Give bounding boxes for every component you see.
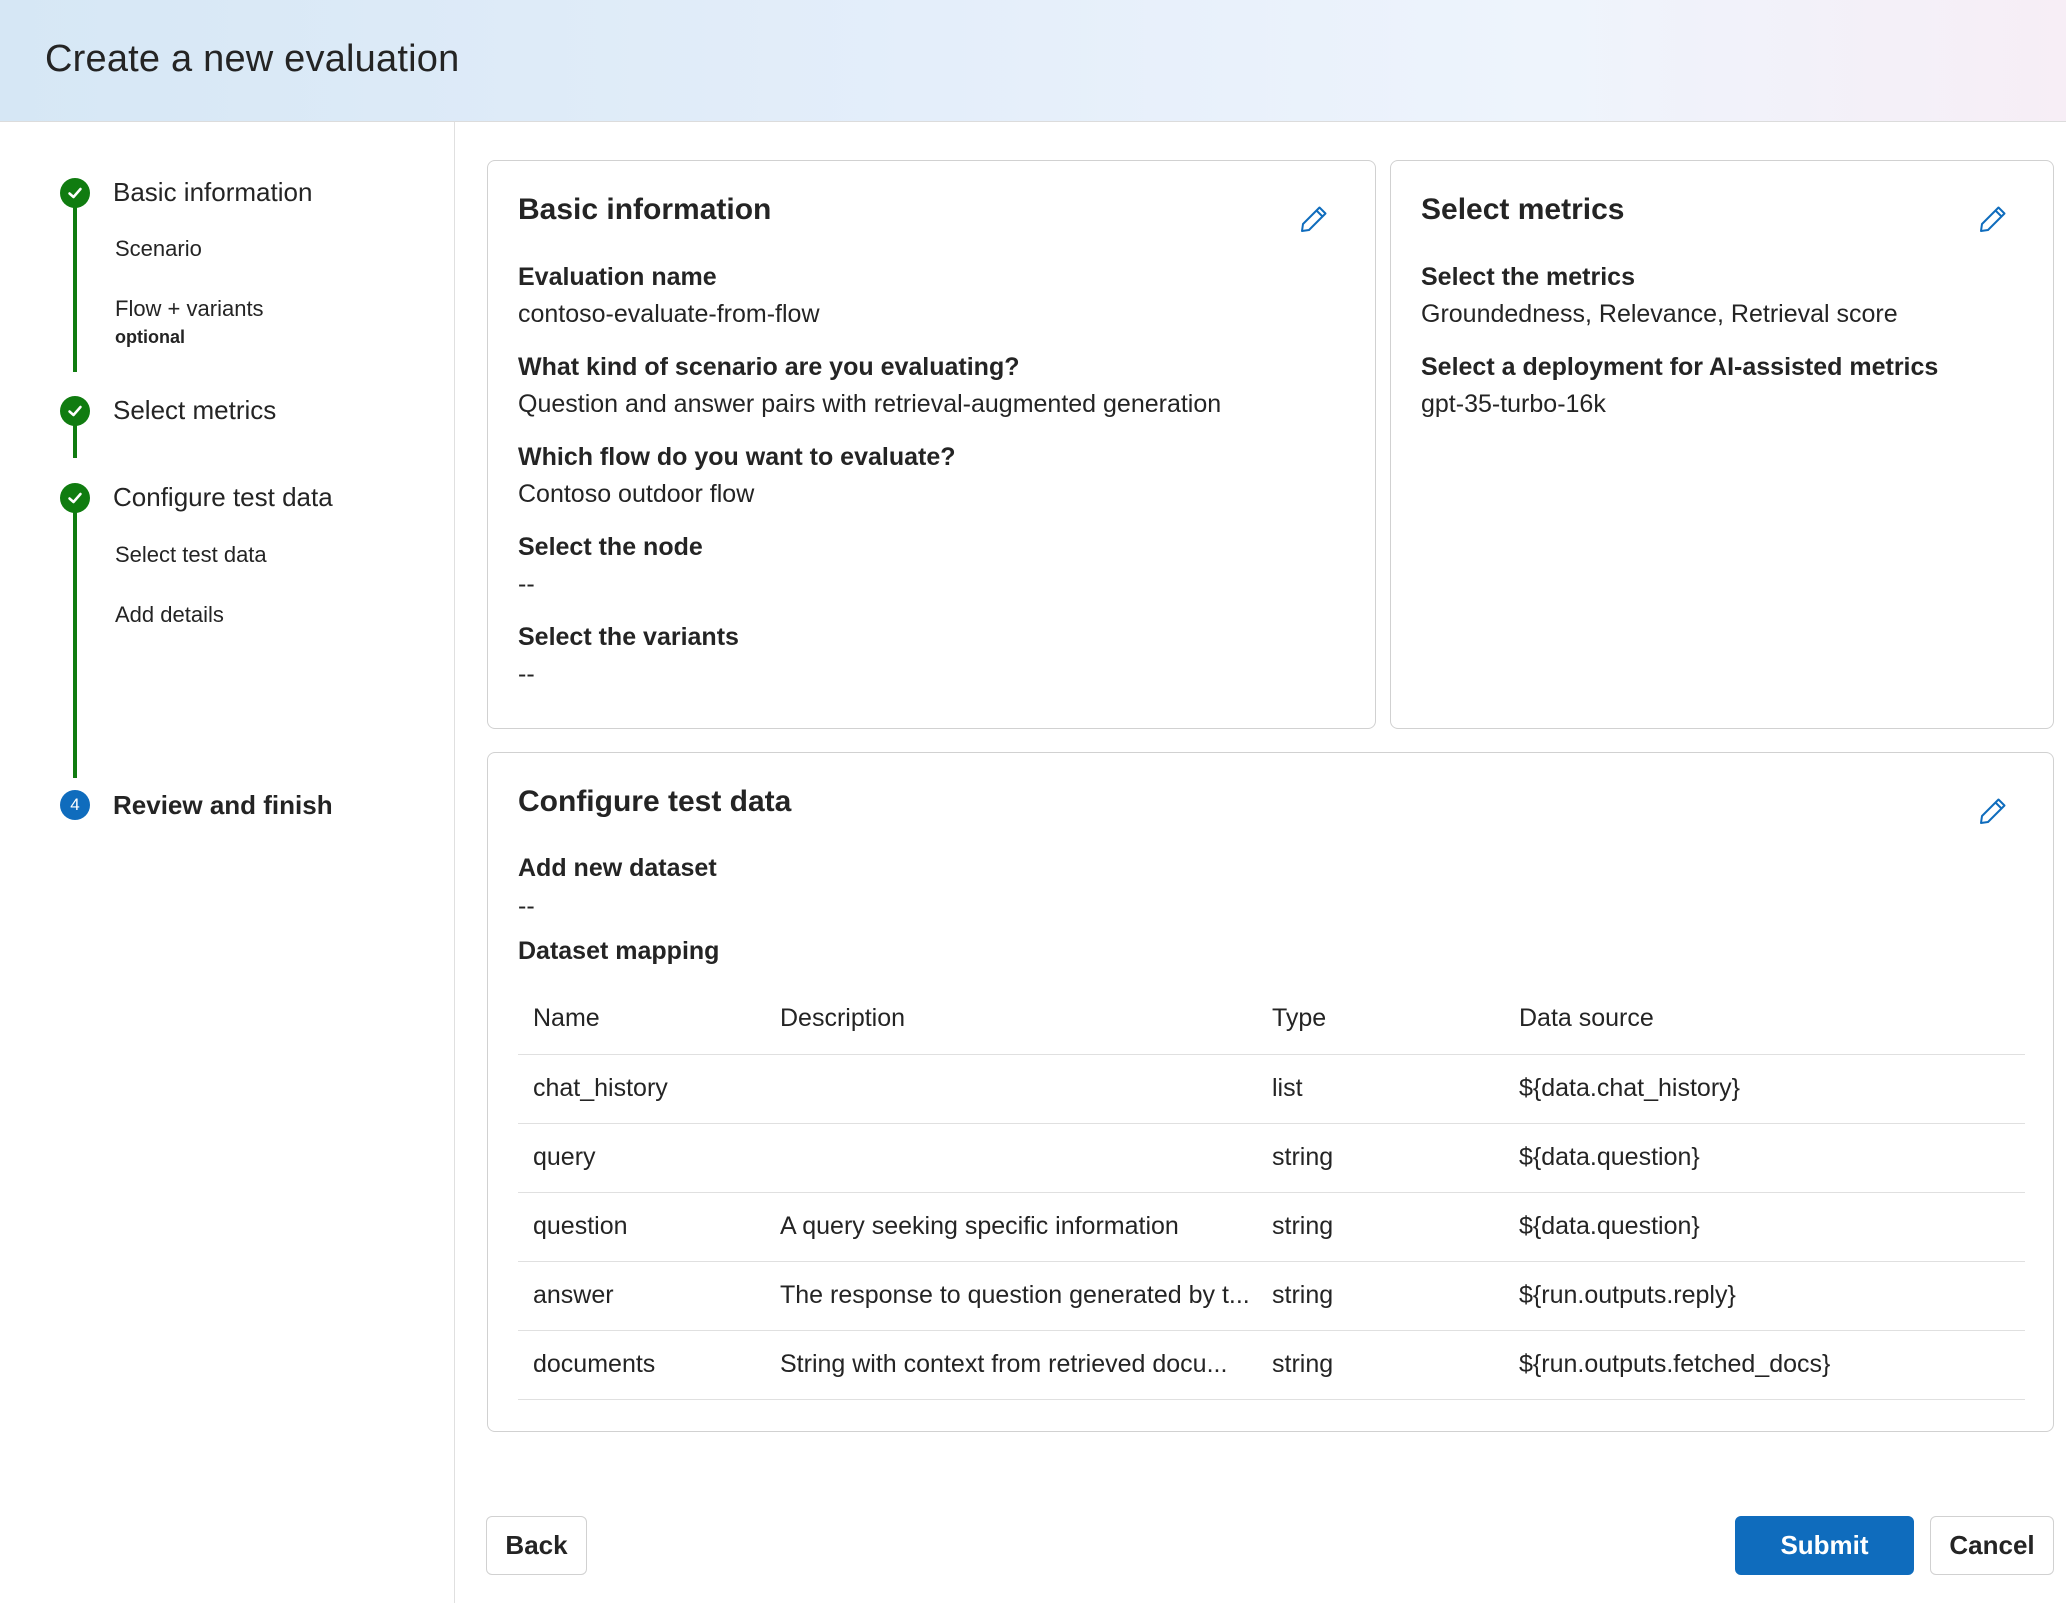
cell-type: list (1257, 1054, 1504, 1124)
table-row: documents String with context from retri… (518, 1330, 2025, 1400)
cell-description: String with context from retrieved docu.… (765, 1330, 1257, 1400)
cell-data-source: ${run.outputs.reply} (1504, 1261, 2025, 1331)
column-header-description[interactable]: Description (765, 984, 1257, 1055)
step-connector (73, 422, 77, 458)
field-label: What kind of scenario are you evaluating… (518, 353, 1020, 381)
table-header-row: Name Description Type Data source (518, 984, 2025, 1055)
field-label: Select the variants (518, 623, 739, 651)
field-label: Add new dataset (518, 854, 717, 882)
cell-name: query (518, 1123, 765, 1193)
cell-data-source: ${data.question} (1504, 1123, 2025, 1193)
cell-type: string (1257, 1123, 1504, 1193)
cell-name: chat_history (518, 1054, 765, 1124)
pencil-icon (1301, 206, 1327, 232)
pencil-icon (1980, 206, 2006, 232)
cell-description (765, 1054, 1257, 1124)
substep-select-test-data[interactable]: Select test data (115, 542, 267, 568)
cell-name: documents (518, 1330, 765, 1400)
step-complete-icon (60, 178, 90, 208)
submit-button[interactable]: Submit (1735, 1516, 1914, 1575)
scenario-value: Question and answer pairs with retrieval… (518, 390, 1222, 418)
card-title: Configure test data (518, 785, 792, 818)
cell-data-source: ${data.chat_history} (1504, 1054, 2025, 1124)
step-complete-icon (60, 483, 90, 513)
cell-data-source: ${data.question} (1504, 1192, 2025, 1262)
cell-type: string (1257, 1261, 1504, 1331)
node-value: -- (518, 570, 535, 598)
variants-value: -- (518, 660, 535, 688)
basic-information-card: Basic information Evaluation name contos… (487, 160, 1376, 729)
table-row: chat_history list ${data.chat_history} (518, 1054, 2025, 1124)
step-complete-icon (60, 396, 90, 426)
column-header-name[interactable]: Name (518, 984, 765, 1055)
metrics-value: Groundedness, Relevance, Retrieval score (1421, 300, 1898, 328)
card-title: Select metrics (1421, 193, 1625, 226)
cell-type: string (1257, 1330, 1504, 1400)
table-row: answer The response to question generate… (518, 1261, 2025, 1331)
wizard-stepper: Basic information Scenario Flow + varian… (0, 122, 455, 1603)
pencil-icon (1980, 798, 2006, 824)
edit-test-data-button[interactable] (1973, 791, 2013, 831)
cell-name: question (518, 1192, 765, 1262)
step-number-icon: 4 (60, 790, 90, 820)
field-label: Dataset mapping (518, 937, 720, 965)
configure-test-data-card: Configure test data Add new dataset -- D… (487, 752, 2054, 1432)
table-row: question A query seeking specific inform… (518, 1192, 2025, 1262)
substep-add-details[interactable]: Add details (115, 602, 224, 628)
substep-optional-note: optional (115, 327, 185, 347)
field-label: Select the metrics (1421, 263, 1635, 291)
cell-description: The response to question generated by t.… (765, 1261, 1257, 1331)
step-basic-information[interactable]: Basic information (113, 177, 312, 208)
step-review-and-finish[interactable]: Review and finish (113, 790, 333, 821)
deployment-value: gpt-35-turbo-16k (1421, 390, 1606, 418)
substep-scenario[interactable]: Scenario (115, 236, 202, 262)
substep-flow-variants[interactable]: Flow + variants (115, 296, 264, 322)
step-configure-test-data[interactable]: Configure test data (113, 482, 333, 513)
cell-description: A query seeking specific information (765, 1192, 1257, 1262)
cancel-button[interactable]: Cancel (1930, 1516, 2054, 1575)
table-row: query string ${data.question} (518, 1123, 2025, 1193)
edit-metrics-button[interactable] (1973, 199, 2013, 239)
page-title: Create a new evaluation (45, 38, 460, 80)
cell-data-source: ${run.outputs.fetched_docs} (1504, 1330, 2025, 1400)
page-header: Create a new evaluation (0, 0, 2066, 122)
card-title: Basic information (518, 193, 772, 226)
field-label: Select the node (518, 533, 703, 561)
step-connector (73, 508, 77, 778)
evaluation-name-value: contoso-evaluate-from-flow (518, 300, 820, 328)
cell-name: answer (518, 1261, 765, 1331)
dataset-mapping-table: Name Description Type Data source chat_h… (518, 984, 2025, 1400)
cell-type: string (1257, 1192, 1504, 1262)
select-metrics-card: Select metrics Select the metrics Ground… (1390, 160, 2054, 729)
edit-basic-information-button[interactable] (1294, 199, 1334, 239)
field-label: Which flow do you want to evaluate? (518, 443, 956, 471)
step-select-metrics[interactable]: Select metrics (113, 395, 276, 426)
cell-description (765, 1123, 1257, 1193)
column-header-data-source[interactable]: Data source (1504, 984, 2025, 1055)
field-label: Select a deployment for AI-assisted metr… (1421, 353, 1939, 381)
field-label: Evaluation name (518, 263, 717, 291)
dataset-value: -- (518, 892, 535, 920)
flow-value: Contoso outdoor flow (518, 480, 755, 508)
step-connector (73, 204, 77, 372)
column-header-type[interactable]: Type (1257, 984, 1504, 1055)
back-button[interactable]: Back (486, 1516, 587, 1575)
